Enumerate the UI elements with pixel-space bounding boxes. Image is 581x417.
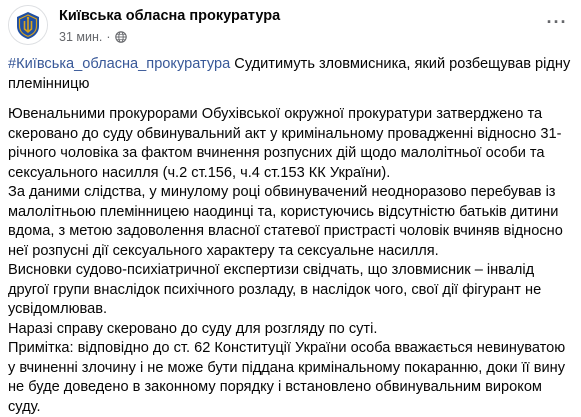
hashtag-link[interactable]: #Київська_обласна_прокуратура — [8, 56, 230, 72]
page-name[interactable]: Київська обласна прокуратура — [59, 8, 280, 24]
paragraph-2: За даними слідства, у минулому році обви… — [8, 184, 563, 259]
post-time[interactable]: 31 мин. — [59, 30, 102, 44]
paragraph-5: Примітка: відповідно до ст. 62 Конституц… — [8, 340, 566, 415]
globe-icon — [114, 31, 127, 43]
facebook-post: Київська обласна прокуратура 31 мин. · ·… — [0, 0, 581, 415]
post-meta: 31 мин. · — [59, 30, 127, 44]
page-avatar[interactable] — [8, 5, 48, 45]
more-options-icon[interactable]: ··· — [543, 8, 571, 36]
post-body: #Київська_обласна_прокуратура Судитимуть… — [8, 55, 574, 417]
prosecutor-emblem-icon — [9, 6, 47, 44]
post-header: Київська обласна прокуратура 31 мин. · ·… — [8, 4, 573, 48]
paragraph-3: Висновки судово-психіатричної експертизи… — [8, 262, 542, 317]
post-headline: #Київська_обласна_прокуратура Судитимуть… — [8, 55, 574, 94]
meta-separator: · — [106, 30, 111, 44]
paragraph-4: Наразі справу скеровано до суду для розг… — [8, 320, 378, 337]
paragraph-1: Ювенальними прокурорами Обухівської окру… — [8, 106, 562, 181]
